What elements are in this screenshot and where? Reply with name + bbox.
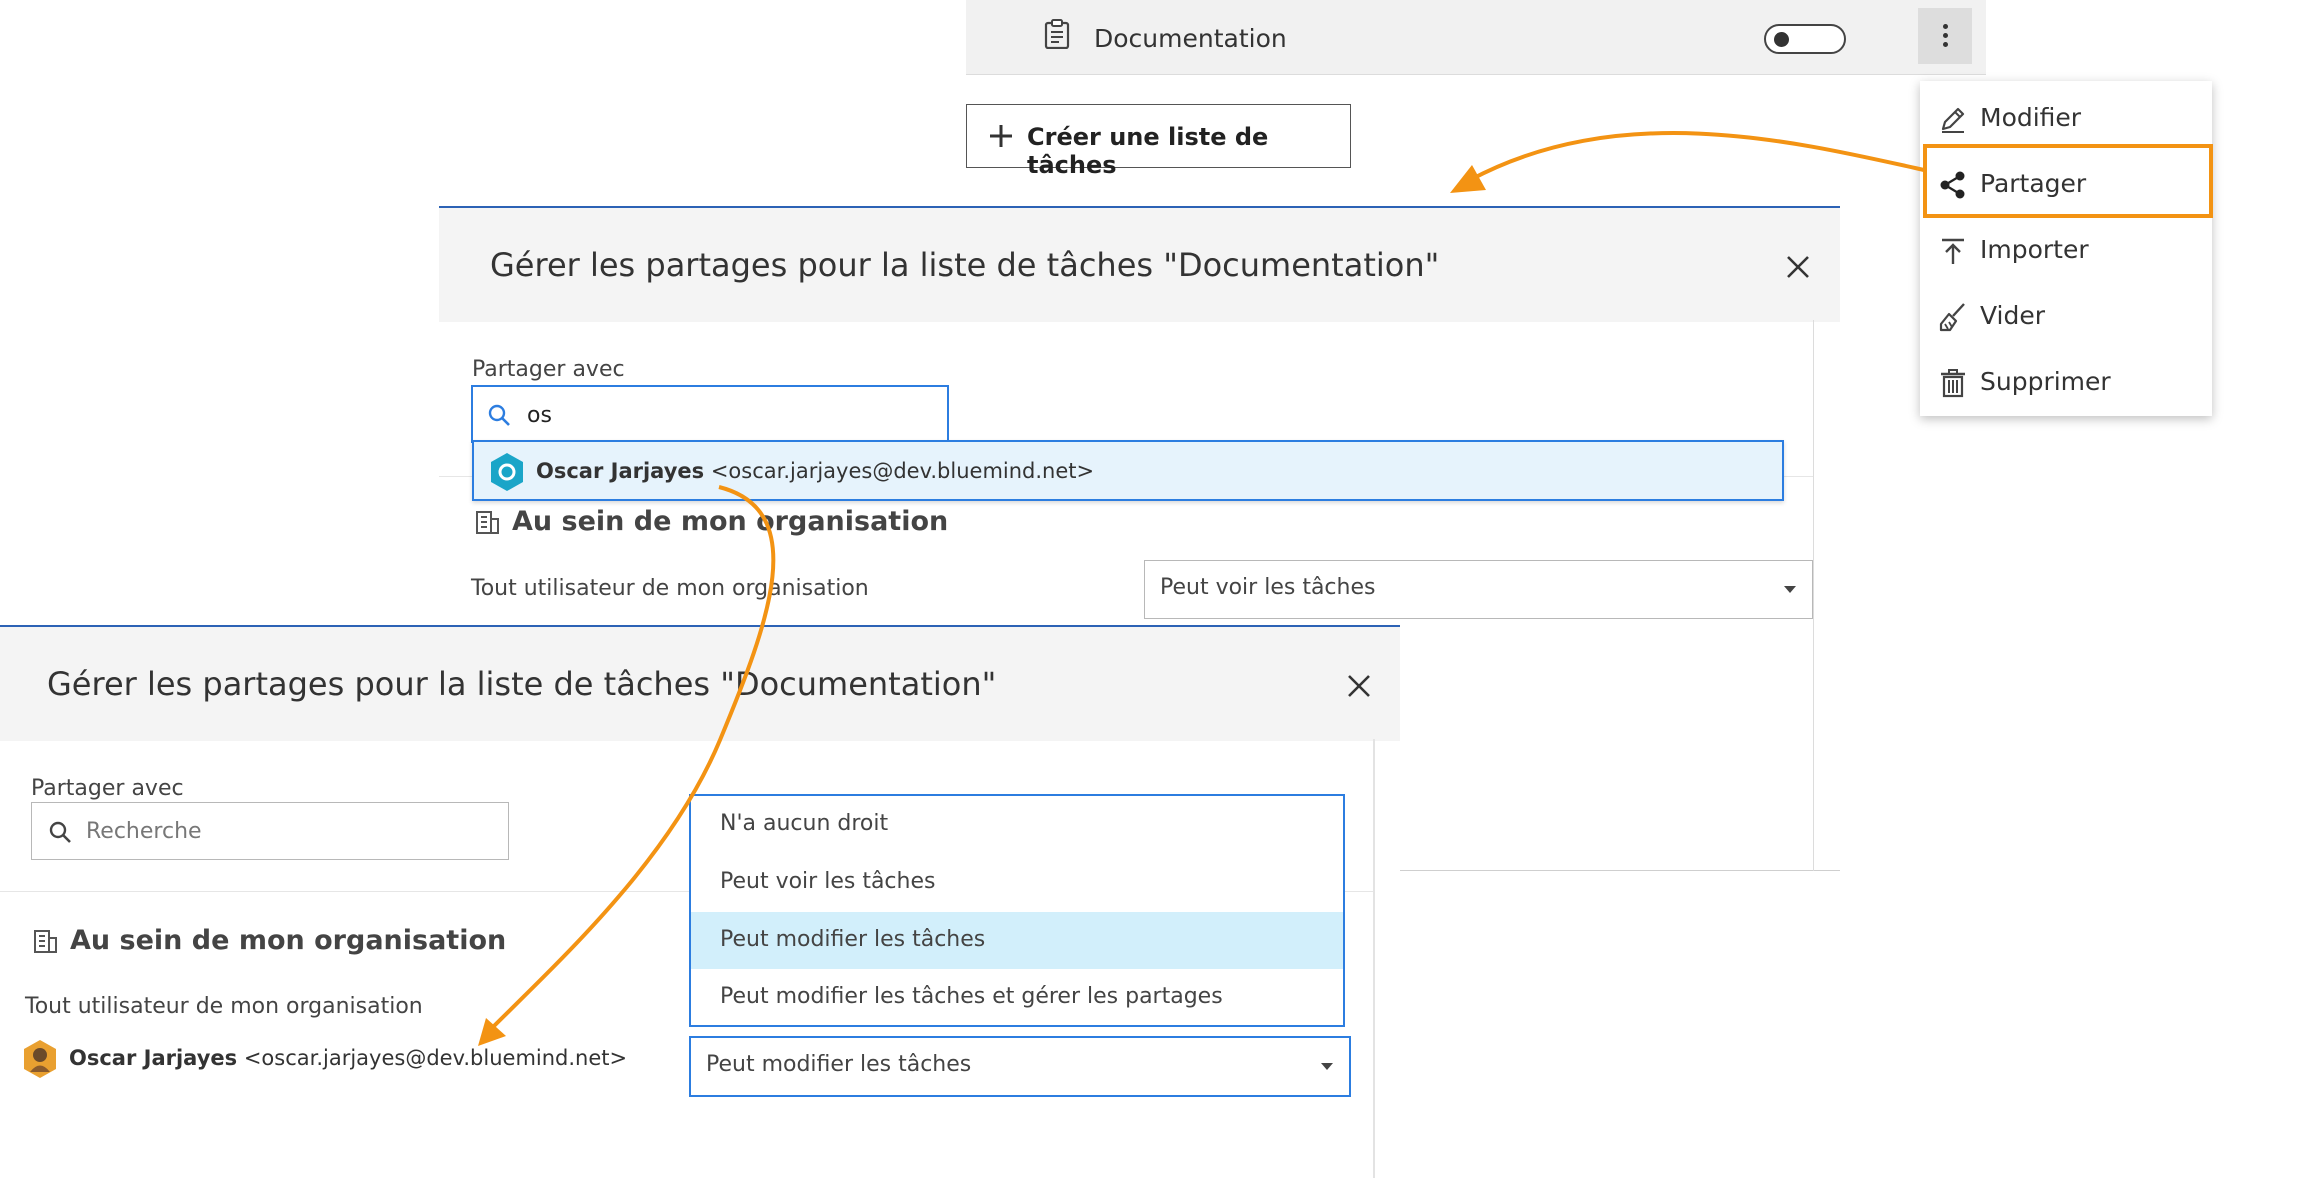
dropdown-option-selected[interactable]: Peut modifier les tâches (691, 912, 1343, 969)
create-task-list-label: Créer une liste de tâches (1027, 123, 1269, 179)
highlight-partager-box (1923, 144, 2213, 218)
shared-user-row: Oscar Jarjayes <oscar.jarjayes@dev.bluem… (69, 1046, 627, 1070)
suggestion-name: Oscar Jarjayes (536, 459, 705, 483)
broom-icon (1938, 302, 1968, 332)
task-list-row[interactable]: Documentation (966, 0, 1986, 75)
kebab-menu-icon[interactable] (1918, 8, 1972, 64)
building-icon (474, 509, 500, 535)
menu-item-supprimer[interactable]: Supprimer (1920, 350, 2212, 414)
menu-item-modifier[interactable]: Modifier (1920, 86, 2212, 150)
dialog-title: Gérer les partages pour la liste de tâch… (490, 246, 1440, 284)
share-with-label: Partager avec (31, 776, 184, 801)
search-icon (487, 403, 511, 427)
close-icon[interactable] (1346, 673, 1372, 699)
building-icon (32, 928, 58, 954)
autocomplete-suggestion[interactable]: Oscar Jarjayes <oscar.jarjayes@dev.bluem… (472, 440, 1784, 501)
dialog-title: Gérer les partages pour la liste de tâch… (47, 665, 997, 703)
user-hexagon-avatar-icon (489, 452, 525, 492)
clipboard-icon (1044, 19, 1070, 49)
caret-down-icon (1784, 586, 1796, 593)
dialog-header: Gérer les partages pour la liste de tâch… (439, 206, 1840, 322)
suggestion-email: <oscar.jarjayes@dev.bluemind.net> (710, 459, 1095, 483)
share-with-label: Partager avec (472, 357, 625, 382)
search-input-active[interactable]: os (471, 385, 949, 443)
shared-user-name: Oscar Jarjayes (69, 1046, 238, 1070)
permission-dropdown-menu: N'a aucun droit Peut voir les tâches Peu… (689, 794, 1345, 1027)
task-list-name: Documentation (1094, 24, 1287, 53)
arrow-head-icon (1450, 165, 1486, 193)
context-menu: Modifier Partager Importer Vider Supprim… (1920, 81, 2212, 416)
section-title-organisation: Au sein de mon organisation (512, 506, 949, 537)
dropdown-option[interactable]: Peut voir les tâches (691, 854, 1343, 911)
plus-icon (987, 122, 1015, 150)
task-list-toggle[interactable] (1764, 24, 1846, 54)
org-row-label: Tout utilisateur de mon organisation (25, 994, 423, 1019)
menu-item-vider[interactable]: Vider (1920, 284, 2212, 348)
org-row-label: Tout utilisateur de mon organisation (471, 576, 869, 601)
dialog-header: Gérer les partages pour la liste de tâch… (0, 625, 1400, 741)
dropdown-option[interactable]: Peut modifier les tâches et gérer les pa… (691, 969, 1343, 1026)
upload-icon (1938, 236, 1968, 266)
close-icon[interactable] (1785, 254, 1811, 280)
user-avatar-icon (22, 1039, 58, 1079)
section-title-organisation: Au sein de mon organisation (70, 925, 507, 956)
caret-down-icon (1321, 1063, 1333, 1070)
create-task-list-button[interactable]: Créer une liste de tâches (966, 104, 1351, 179)
menu-item-importer[interactable]: Importer (1920, 218, 2212, 282)
search-icon (48, 820, 72, 844)
user-permission-select[interactable]: Peut modifier les tâches (689, 1036, 1351, 1097)
org-permission-select[interactable]: Peut voir les tâches (1144, 560, 1813, 619)
search-placeholder: Recherche (86, 819, 202, 844)
dropdown-option[interactable]: N'a aucun droit (691, 796, 1343, 853)
pencil-icon (1938, 104, 1968, 134)
shared-user-email: <oscar.jarjayes@dev.bluemind.net> (243, 1046, 628, 1070)
search-input-value: os (527, 403, 552, 428)
search-input[interactable]: Recherche (31, 802, 509, 860)
trash-icon (1938, 368, 1968, 398)
